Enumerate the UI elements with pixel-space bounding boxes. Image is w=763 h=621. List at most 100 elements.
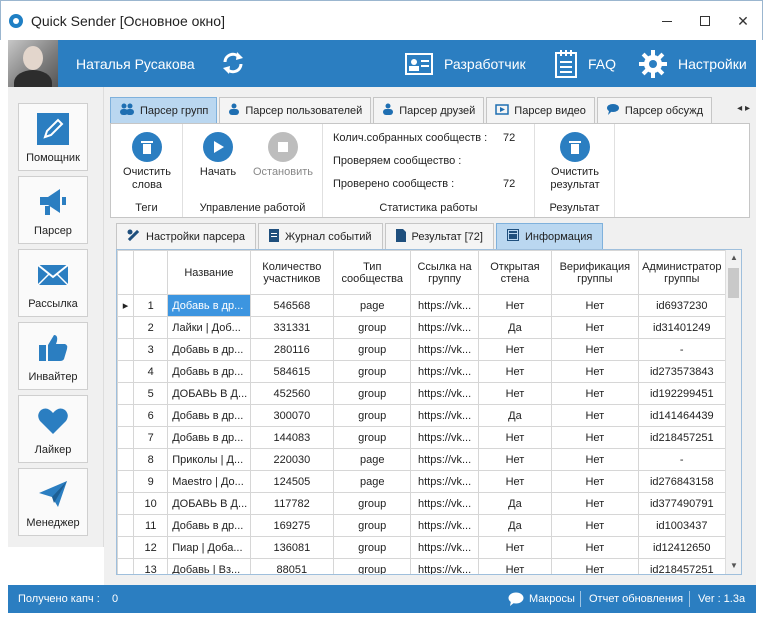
table-cell[interactable]: Нет: [477, 294, 553, 317]
column-header[interactable]: Ссылка на группу: [410, 250, 479, 295]
table-cell[interactable]: https://vk...: [410, 404, 479, 427]
table-cell[interactable]: 124505: [249, 470, 335, 493]
tab-event-log[interactable]: Журнал событий: [258, 223, 383, 249]
table-row[interactable]: 8 Приколы | Д... 220030 page https://vk... Не…: [117, 448, 727, 471]
table-cell[interactable]: 331331: [249, 316, 335, 339]
table-row[interactable]: 3 Добавь в др... 280116 group https://vk... Н…: [117, 338, 727, 361]
table-cell[interactable]: group: [333, 426, 412, 449]
table-row[interactable]: ▸ 1 Добавь в др... 546568 page https://vk... Н…: [117, 294, 727, 317]
table-cell[interactable]: Да: [477, 316, 553, 339]
sync-icon[interactable]: [219, 49, 247, 77]
table-cell[interactable]: 280116: [249, 338, 335, 361]
column-header[interactable]: Верификация группы: [551, 250, 639, 295]
table-cell[interactable]: https://vk...: [410, 514, 479, 537]
table-cell[interactable]: group: [333, 558, 412, 574]
table-cell[interactable]: 220030: [249, 448, 335, 471]
sidebar-item-assistant[interactable]: Помощник: [18, 103, 88, 171]
table-row[interactable]: 13 Добавь | Вз... 88051 group https://vk... Н…: [117, 558, 727, 574]
table-cell[interactable]: 11: [133, 514, 169, 537]
table-cell[interactable]: https://vk...: [410, 426, 479, 449]
table-cell[interactable]: id12412650: [637, 536, 727, 559]
scroll-up-icon[interactable]: ▲: [726, 250, 741, 266]
table-cell[interactable]: https://vk...: [410, 338, 479, 361]
table-cell[interactable]: id218457251: [637, 426, 727, 449]
table-cell[interactable]: 9: [133, 470, 169, 493]
row-indicator[interactable]: [117, 514, 135, 537]
table-cell[interactable]: Нет: [551, 558, 639, 574]
row-indicator[interactable]: [117, 382, 135, 405]
table-cell[interactable]: -: [637, 448, 727, 471]
row-indicator[interactable]: [117, 360, 135, 383]
table-cell[interactable]: Нет: [477, 426, 553, 449]
column-header[interactable]: [133, 250, 169, 295]
close-button[interactable]: ✕: [723, 1, 763, 41]
table-cell[interactable]: 2: [133, 316, 169, 339]
table-cell[interactable]: Добавь в др...: [167, 294, 251, 317]
table-cell[interactable]: Добавь в др...: [167, 514, 251, 537]
vertical-scrollbar[interactable]: ▲ ▼: [725, 250, 741, 574]
tab-group-parser[interactable]: Парсер групп: [110, 97, 218, 123]
table-row[interactable]: 11 Добавь в др... 169275 group https://vk...…: [117, 514, 727, 537]
table-cell[interactable]: 144083: [249, 426, 335, 449]
table-cell[interactable]: Нет: [551, 360, 639, 383]
table-cell[interactable]: Нет: [551, 426, 639, 449]
table-cell[interactable]: https://vk...: [410, 316, 479, 339]
table-cell[interactable]: Нет: [551, 338, 639, 361]
table-cell[interactable]: 6: [133, 404, 169, 427]
table-cell[interactable]: Нет: [477, 382, 553, 405]
table-cell[interactable]: 1: [133, 294, 169, 317]
table-cell[interactable]: group: [333, 404, 412, 427]
row-indicator[interactable]: [117, 316, 135, 339]
table-cell[interactable]: Нет: [477, 338, 553, 361]
table-cell[interactable]: Добавь в др...: [167, 338, 251, 361]
sidebar-item-liker[interactable]: Лайкер: [18, 395, 88, 463]
table-cell[interactable]: Да: [477, 514, 553, 537]
table-cell[interactable]: -: [637, 338, 727, 361]
row-indicator[interactable]: [117, 338, 135, 361]
table-cell[interactable]: 546568: [249, 294, 335, 317]
table-cell[interactable]: id377490791: [637, 492, 727, 515]
table-cell[interactable]: Приколы | Д...: [167, 448, 251, 471]
table-cell[interactable]: Нет: [551, 536, 639, 559]
table-row[interactable]: 6 Добавь в др... 300070 group https://vk... Д…: [117, 404, 727, 427]
table-cell[interactable]: Нет: [551, 514, 639, 537]
avatar[interactable]: [8, 40, 58, 87]
tab-user-parser[interactable]: Парсер пользователей: [219, 97, 372, 123]
table-cell[interactable]: Нет: [551, 294, 639, 317]
current-row-indicator[interactable]: ▸: [117, 294, 135, 317]
table-cell[interactable]: Добавь в др...: [167, 426, 251, 449]
tab-discussion-parser[interactable]: Парсер обсужд: [596, 97, 713, 123]
row-indicator[interactable]: [117, 492, 135, 515]
table-cell[interactable]: group: [333, 536, 412, 559]
table-row[interactable]: 2 Лайки | Доб... 331331 group https://vk... Д…: [117, 316, 727, 339]
stop-button[interactable]: Остановить: [249, 132, 317, 179]
table-cell[interactable]: id6937230: [637, 294, 727, 317]
table-cell[interactable]: group: [333, 382, 412, 405]
table-cell[interactable]: https://vk...: [410, 382, 479, 405]
table-cell[interactable]: 117782: [249, 492, 335, 515]
table-cell[interactable]: 10: [133, 492, 169, 515]
column-header[interactable]: Название: [167, 250, 251, 295]
table-cell[interactable]: id1003437: [637, 514, 727, 537]
table-cell[interactable]: Нет: [551, 448, 639, 471]
table-cell[interactable]: Нет: [477, 470, 553, 493]
column-header[interactable]: Тип сообщества: [333, 250, 412, 295]
table-cell[interactable]: id276843158: [637, 470, 727, 493]
table-cell[interactable]: Maestro | До...: [167, 470, 251, 493]
table-cell[interactable]: ДОБАВЬ В Д...: [167, 382, 251, 405]
clear-result-button[interactable]: Очистить результат: [543, 132, 607, 192]
table-cell[interactable]: Добавь | Вз...: [167, 558, 251, 574]
table-cell[interactable]: ДОБАВЬ В Д...: [167, 492, 251, 515]
tab-video-parser[interactable]: Парсер видео: [486, 97, 595, 123]
table-cell[interactable]: 300070: [249, 404, 335, 427]
row-indicator[interactable]: [117, 536, 135, 559]
tab-result[interactable]: Результат [72]: [384, 223, 494, 249]
table-cell[interactable]: Нет: [477, 536, 553, 559]
table-cell[interactable]: page: [333, 294, 412, 317]
table-cell[interactable]: Нет: [551, 404, 639, 427]
table-cell[interactable]: https://vk...: [410, 558, 479, 574]
table-cell[interactable]: Да: [477, 492, 553, 515]
row-indicator[interactable]: [117, 448, 135, 471]
settings-button[interactable]: Настройки: [638, 40, 747, 87]
table-cell[interactable]: Добавь в др...: [167, 404, 251, 427]
